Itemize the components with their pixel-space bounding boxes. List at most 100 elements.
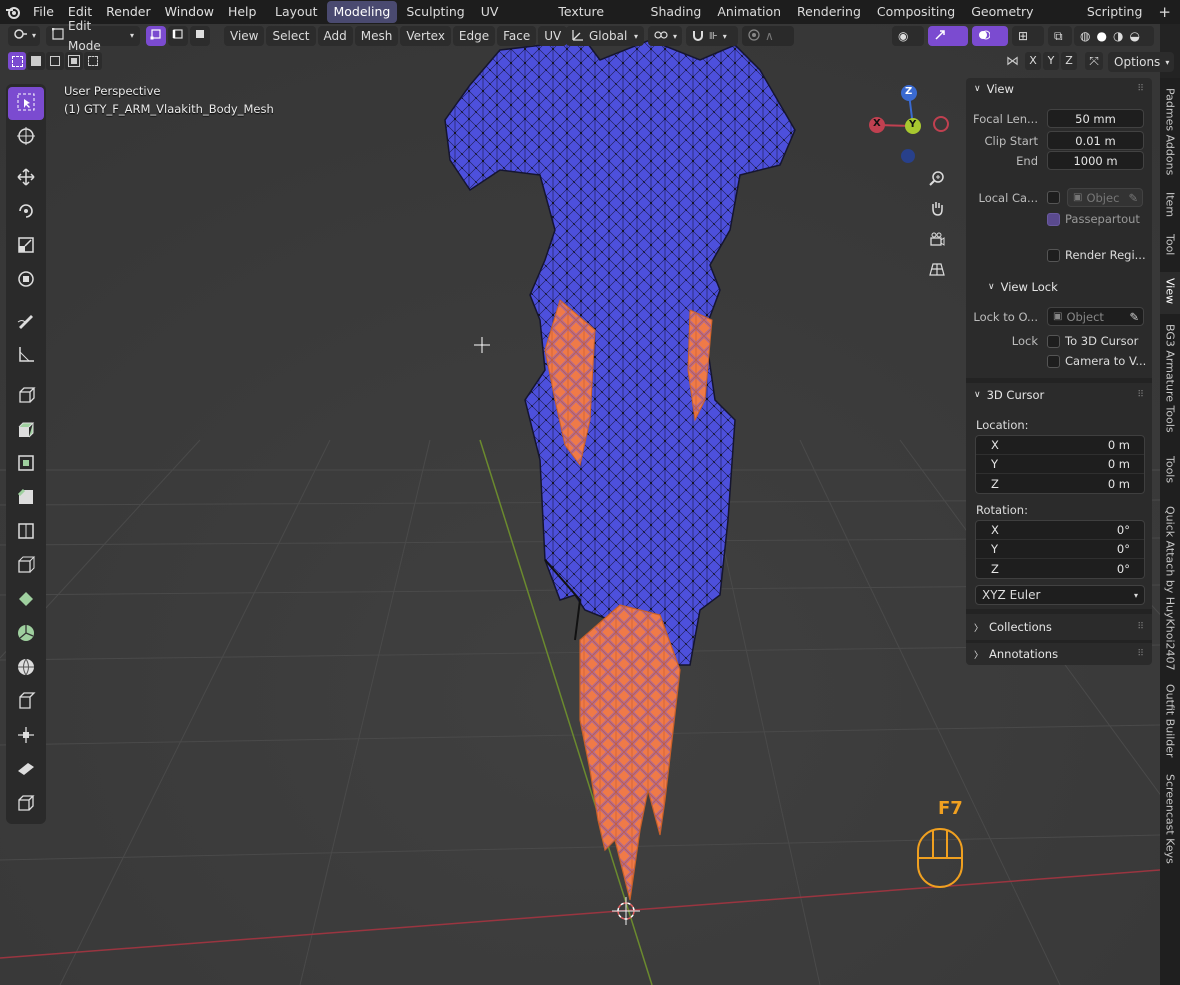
cursor-panel-header[interactable]: ∨ 3D Cursor ⠿ [966,384,1152,406]
mirror-x-button[interactable]: X [1025,52,1041,70]
select-extend-icon[interactable] [27,52,45,70]
solid-shading-icon[interactable]: ● [1096,29,1106,43]
local-camera-checkbox[interactable] [1047,191,1060,204]
shading-modes[interactable]: ◍ ● ◑ ◒ [1074,26,1154,46]
view-lock-header[interactable]: ∨ View Lock [980,276,1150,298]
menu-select[interactable]: Select [266,26,316,46]
mirror-z-button[interactable]: Z [1061,52,1077,70]
sidebar-tab-bg3-armature[interactable]: BG3 Armature Tools [1160,318,1180,450]
spin-tool[interactable] [8,618,44,651]
menu-uv[interactable]: UV [538,26,568,46]
edge-select-button[interactable] [168,26,188,46]
tab-layout[interactable]: Layout [268,1,325,23]
loop-cut-tool[interactable] [8,516,44,549]
view-panel-header[interactable]: ∨ View ⠿ [966,78,1152,100]
camera-view-button[interactable] [925,228,949,252]
transform-tool[interactable] [8,264,44,297]
lock-to-object-field[interactable]: ▣ Object ✎ [1047,307,1144,326]
gizmo-neg-x-axis[interactable] [933,116,949,132]
tab-texture-paint[interactable]: Texture Paint [551,1,641,41]
lock-to-cursor-checkbox[interactable] [1047,334,1060,348]
sidebar-tab-quick-attach[interactable]: Quick Attach by HuyKhoi2407 [1160,500,1180,678]
drag-handle-icon[interactable]: ⠿ [1137,622,1144,632]
annotations-header[interactable]: 〉 Annotations ⠿ [966,643,1152,665]
menu-view[interactable]: View [224,26,265,46]
editor-type-button[interactable]: ▾ [8,26,40,46]
menu-window[interactable]: Window [158,0,221,24]
rotation-mode-dropdown[interactable]: XYZ Euler ▾ [975,585,1145,605]
scale-tool[interactable] [8,230,44,263]
menu-vertex[interactable]: Vertex [400,26,451,46]
gizmo-neg-z-axis[interactable] [901,149,915,163]
menu-help[interactable]: Help [221,0,264,24]
sidebar-tab-screencast-keys[interactable]: Screencast Keys [1160,768,1180,868]
rotate-tool[interactable] [8,196,44,229]
tab-compositing[interactable]: Compositing [870,1,962,23]
material-shading-icon[interactable]: ◑ [1113,29,1123,43]
local-camera-object-field[interactable]: ▣ Objec ✎ [1067,188,1143,207]
vertex-select-button[interactable] [146,26,166,46]
add-cube-tool[interactable] [8,380,44,413]
move-tool[interactable] [8,162,44,195]
menu-file[interactable]: File [26,0,61,24]
rotation-y-field[interactable]: Y 0° [976,540,1144,559]
mesh-edit-overlays[interactable]: ⊞ [1012,26,1044,46]
clip-start-field[interactable]: 0.01 m [1047,131,1144,150]
topology-mirror-icon[interactable]: ⤧ [1085,52,1103,70]
menu-mesh[interactable]: Mesh [354,26,399,46]
pivot-point-dropdown[interactable]: ▾ [648,26,682,46]
xray-toggle[interactable]: ⧉ [1048,26,1072,46]
drag-handle-icon[interactable]: ⠿ [1137,649,1144,659]
drag-handle-icon[interactable]: ⠿ [1137,390,1144,400]
collections-header[interactable]: 〉 Collections ⠿ [966,616,1152,638]
options-dropdown[interactable]: Options ▾ [1108,52,1174,72]
overlays-toggle[interactable] [972,26,1008,46]
shrink-fatten-tool[interactable] [8,720,44,753]
mirror-y-button[interactable]: Y [1043,52,1059,70]
shear-tool[interactable] [8,754,44,787]
edge-slide-tool[interactable] [8,686,44,719]
select-invert-icon[interactable] [65,52,83,70]
mode-selector[interactable]: Edit Mode ▾ [46,19,140,53]
annotate-tool[interactable] [8,305,44,338]
sidebar-tab-tools[interactable]: Tools [1160,450,1180,498]
menu-edge[interactable]: Edge [452,26,496,46]
select-new-icon[interactable] [8,52,26,70]
tab-animation[interactable]: Animation [710,1,788,23]
select-subtract-icon[interactable] [46,52,64,70]
smooth-tool[interactable] [8,652,44,685]
tab-rendering[interactable]: Rendering [790,1,868,23]
sidebar-tab-tool[interactable]: Tool [1160,228,1180,268]
cursor-tool[interactable] [8,121,44,154]
tab-sculpting[interactable]: Sculpting [399,1,471,23]
tab-scripting[interactable]: Scripting [1080,1,1150,23]
focal-length-field[interactable]: 50 mm [1047,109,1144,128]
rendered-shading-icon[interactable]: ◒ [1129,29,1139,43]
render-region-checkbox[interactable] [1047,248,1060,262]
ortho-toggle-button[interactable] [925,258,949,282]
knife-tool[interactable] [8,550,44,583]
poly-build-tool[interactable] [8,584,44,617]
gizmo-toggle[interactable] [928,26,968,46]
extrude-tool[interactable] [8,414,44,447]
sidebar-tab-item[interactable]: Item [1160,186,1180,224]
sidebar-tab-padmes-addons[interactable]: Padmes Addons [1160,82,1180,182]
navigation-gizmo[interactable]: Z X Y [866,84,950,168]
transform-orientation-dropdown[interactable]: Global ▾ [566,26,644,46]
menu-face[interactable]: Face [497,26,537,46]
face-select-button[interactable] [190,26,210,46]
visibility-dropdown[interactable]: ◉ [892,26,924,46]
camera-to-view-checkbox[interactable] [1047,354,1060,368]
measure-tool[interactable] [8,339,44,372]
tab-shading[interactable]: Shading [644,1,709,23]
tab-modeling[interactable]: Modeling [326,1,398,23]
blender-logo-icon[interactable] [0,0,26,24]
clip-end-field[interactable]: 1000 m [1047,151,1144,170]
menu-add[interactable]: Add [317,26,353,46]
rotation-z-field[interactable]: Z 0° [976,559,1144,578]
location-z-field[interactable]: Z 0 m [976,474,1144,493]
wireframe-shading-icon[interactable]: ◍ [1080,29,1090,43]
inset-tool[interactable] [8,448,44,481]
location-x-field[interactable]: X 0 m [976,436,1144,455]
sidebar-tab-outfit-builder[interactable]: Outfit Builder [1160,678,1180,768]
